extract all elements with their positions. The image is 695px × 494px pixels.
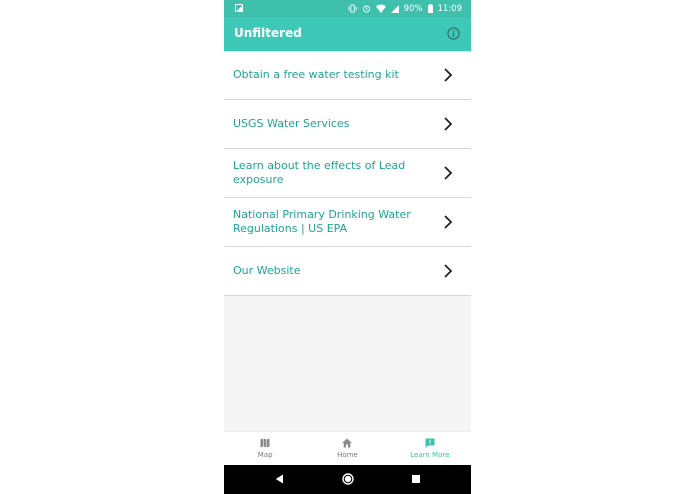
back-icon[interactable] <box>275 474 284 484</box>
info-icon[interactable] <box>447 27 460 40</box>
list-item-water-testing-kit[interactable]: Obtain a free water testing kit <box>224 51 471 100</box>
battery-percent: 90% <box>403 3 423 14</box>
chevron-right-icon <box>444 215 453 229</box>
links-list: Obtain a free water testing kit USGS Wat… <box>224 51 471 296</box>
home-icon <box>342 438 353 448</box>
clock: 11:09 <box>437 3 463 14</box>
list-item-label: Learn about the effects of Lead exposure <box>233 159 406 186</box>
system-navigation-bar <box>224 465 471 494</box>
vibrate-icon <box>348 4 357 13</box>
nav-item-learn-more[interactable]: Learn More <box>389 432 471 466</box>
battery-icon <box>427 4 433 13</box>
alarm-icon <box>362 5 370 13</box>
map-icon <box>260 438 270 448</box>
list-item-epa-regulations[interactable]: National Primary Drinking Water Regulati… <box>224 198 471 247</box>
nav-label-map: Map <box>257 451 273 459</box>
list-item-usgs-water-services[interactable]: USGS Water Services <box>224 100 471 149</box>
nav-label-learn-more: Learn More <box>410 451 450 459</box>
chevron-right-icon <box>444 166 453 180</box>
wifi-icon <box>375 4 386 13</box>
status-bar: 90% 11:09 <box>224 0 471 17</box>
app-title: Unfiltered <box>234 26 302 40</box>
list-item-label: Obtain a free water testing kit <box>233 68 399 81</box>
status-icons: 90% 11:09 <box>348 2 462 15</box>
list-item-lead-exposure[interactable]: Learn about the effects of Lead exposure <box>224 149 471 198</box>
cell-signal-icon <box>390 4 399 13</box>
chevron-right-icon <box>444 68 453 82</box>
nav-label-home: Home <box>337 451 358 459</box>
chevron-right-icon <box>444 264 453 278</box>
list-item-label: USGS Water Services <box>233 117 350 130</box>
home-button-icon[interactable] <box>342 473 354 485</box>
phone-screen: 90% 11:09 Unfiltered Obtain a free water… <box>224 0 471 494</box>
list-item-our-website[interactable]: Our Website <box>224 247 471 296</box>
list-item-label: National Primary Drinking Water Regulati… <box>233 208 411 235</box>
list-item-label: Our Website <box>233 264 301 277</box>
chevron-right-icon <box>444 117 453 131</box>
nav-item-home[interactable]: Home <box>306 432 388 466</box>
bottom-navigation: Map Home Learn More <box>224 431 471 466</box>
nav-item-map[interactable]: Map <box>224 432 306 466</box>
image-notification-icon <box>235 4 243 12</box>
recents-icon[interactable] <box>412 475 420 483</box>
feedback-icon <box>425 438 435 448</box>
app-bar: Unfiltered <box>224 17 471 51</box>
